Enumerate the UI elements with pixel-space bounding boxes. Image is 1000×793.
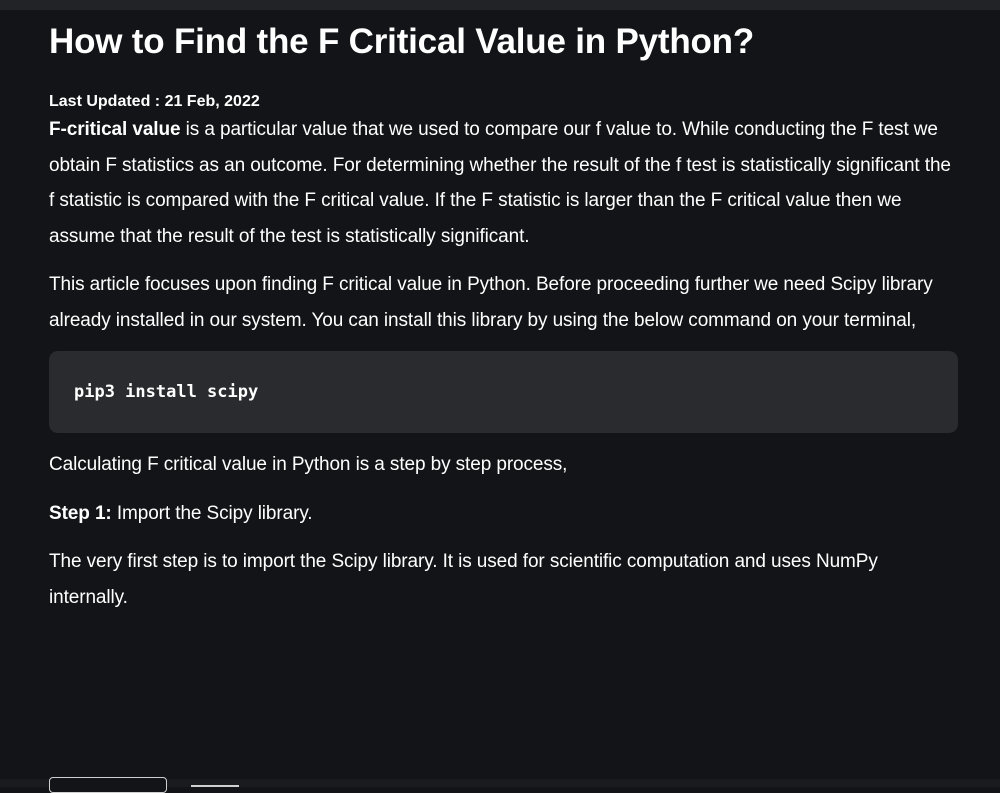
last-updated-date: 21 Feb, 2022 (164, 93, 260, 110)
paragraph-step-1-detail: The very first step is to import the Sci… (49, 551, 878, 608)
paragraph-install-info: This article focuses upon finding F crit… (49, 274, 933, 331)
article-content: How to Find the F Critical Value in Pyth… (49, 20, 958, 615)
last-updated-label: Last Updated : (49, 93, 165, 110)
code-text[interactable]: pip3 install scipy (74, 382, 258, 402)
step-1-label: Step 1: (49, 502, 112, 524)
last-updated: Last Updated : 21 Feb, 2022 (49, 92, 958, 112)
article-title: How to Find the F Critical Value in Pyth… (49, 22, 755, 61)
top-bar (0, 0, 1000, 10)
paragraph-intro-text: is a particular value that we used to co… (49, 119, 951, 247)
paragraph-process: Calculating F critical value in Python i… (49, 454, 568, 475)
bottom-button[interactable] (49, 777, 167, 793)
term-f-critical-value: F-critical value (49, 119, 181, 140)
step-1-text: Import the Scipy library. (111, 502, 313, 524)
step-1: Step 1: Import the Scipy library. (49, 496, 958, 532)
paragraph-intro: F-critical value is a particular value t… (49, 112, 958, 254)
code-block[interactable]: pip3 install scipy (49, 351, 958, 433)
